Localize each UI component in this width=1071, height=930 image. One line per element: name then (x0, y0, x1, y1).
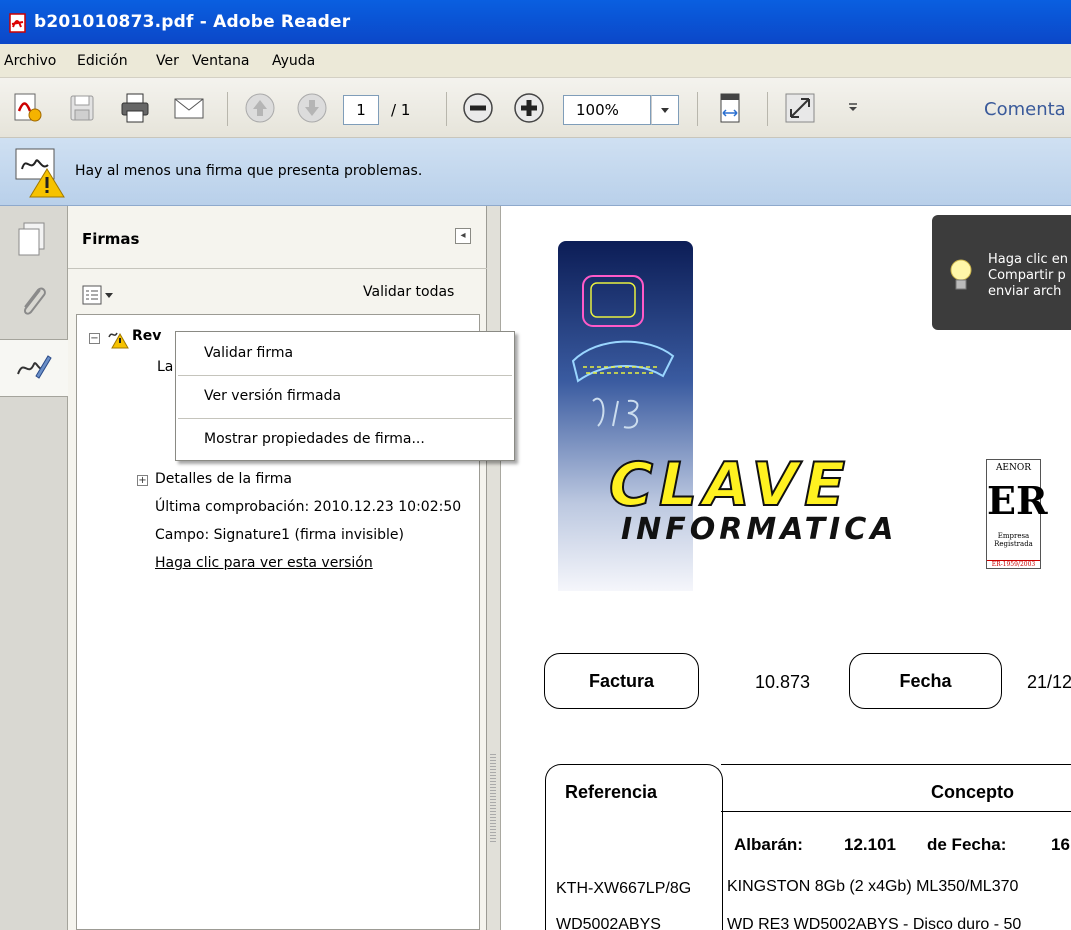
share-tooltip[interactable]: Haga clic en Compartir p enviar arch (932, 215, 1071, 330)
logo-informatica-text: INFORMATICA (621, 512, 898, 547)
document-view[interactable]: CLAVE INFORMATICA AENOR ER Empresa Regist… (501, 206, 1071, 930)
factura-number: 10.873 (755, 672, 811, 692)
tooltip-line: Haga clic en (988, 252, 1068, 267)
toolbar: 1 / 1 100% Comenta (0, 78, 1071, 138)
albaran-value: 12.101 (844, 835, 896, 854)
collapse-panel-button[interactable]: ◂ (455, 228, 471, 244)
aenor-certification-logo: AENOR ER Empresa Registrada ER-1959/2003 (986, 459, 1048, 569)
aenor-sub-line1: Empresa (997, 532, 1030, 540)
last-check-text: Última comprobación: 2010.12.23 10:02:50 (155, 499, 462, 515)
signature-field-text: Campo: Signature1 (firma invisible) (155, 527, 404, 543)
panel-splitter[interactable] (487, 206, 501, 930)
next-page-icon[interactable] (295, 91, 329, 125)
tooltip-line: enviar arch (988, 284, 1062, 299)
full-screen-icon[interactable] (783, 91, 817, 125)
signature-message-text: Hay al menos una firma que presenta prob… (75, 163, 423, 179)
aenor-sub: Empresa Registrada (987, 532, 1040, 548)
validate-all-button[interactable]: Validar todas (363, 284, 454, 300)
options-menu-icon[interactable] (82, 284, 120, 306)
logo-clave-text: CLAVE (608, 449, 852, 521)
signatures-panel: Firmas ◂ Validar todas − Rev La + Detall… (68, 206, 487, 930)
fecha-label: Fecha (849, 653, 1002, 709)
toolbar-separator (227, 92, 228, 126)
table-row-ref: KTH-XW667LP/8G (556, 878, 720, 898)
menu-item-validate-signature[interactable]: Validar firma (204, 345, 293, 361)
fit-page-icon[interactable] (713, 91, 747, 125)
splitter-grip[interactable] (490, 754, 496, 844)
save-icon[interactable] (65, 91, 99, 125)
menu-bar: Archivo Edición Ver Ventana Ayuda (0, 44, 1071, 78)
computer-doodle-icon (571, 275, 675, 429)
chevron-down-icon (661, 108, 669, 113)
signature-warning-icon (15, 148, 65, 198)
menu-edicion[interactable]: Edición (77, 53, 128, 69)
toolbar-separator (446, 92, 447, 126)
toolbar-separator (697, 92, 698, 126)
tooltip-text: Haga clic en Compartir p enviar arch (988, 252, 1068, 300)
signature-message-bar: Hay al menos una firma que presenta prob… (0, 138, 1071, 206)
attachments-icon[interactable] (14, 282, 52, 320)
collapse-toggle[interactable]: − (89, 333, 100, 344)
signature-problem-icon (108, 332, 129, 349)
zoom-out-icon[interactable] (461, 91, 495, 125)
panel-divider (68, 268, 487, 269)
menu-ventana[interactable]: Ventana (192, 53, 250, 69)
albaran-label: Albarán: (734, 835, 803, 854)
fecha-value: 21/12 (1027, 672, 1071, 692)
title-bar: b201010873.pdf - Adobe Reader (0, 0, 1071, 44)
page-total: / 1 (391, 101, 411, 119)
lightbulb-icon (950, 259, 972, 290)
view-version-link[interactable]: Haga clic para ver esta versión (155, 555, 373, 571)
row-ref: KTH-XW667LP/8G (556, 880, 692, 897)
row-concept: KINGSTON 8Gb (2 x4Gb) ML350/ML370 (727, 878, 1019, 895)
aenor-sub-line2: Registrada (994, 540, 1033, 548)
signature-status-line: La (157, 359, 174, 375)
menu-separator (178, 418, 512, 419)
navigation-pane-tabs (0, 206, 68, 930)
menu-ayuda[interactable]: Ayuda (272, 53, 315, 69)
de-fecha-label: de Fecha: (927, 835, 1007, 854)
menu-archivo[interactable]: Archivo (4, 53, 56, 69)
tooltip-line: Compartir p (988, 268, 1066, 283)
window-title: b201010873.pdf - Adobe Reader (34, 12, 351, 32)
row-concept: WD RE3 WD5002ABYS - Disco duro - 50 (727, 916, 1022, 930)
concepto-header-row (721, 764, 1071, 812)
zoom-level-input[interactable]: 100% (563, 95, 651, 125)
aenor-code: ER-1959/2003 (987, 560, 1040, 568)
expand-toggle[interactable]: + (137, 475, 148, 486)
page-number-input[interactable]: 1 (343, 95, 379, 125)
factura-label: Factura (544, 653, 699, 709)
signatures-icon[interactable] (14, 348, 52, 386)
signature-context-menu: Validar firma Ver versión firmada Mostra… (175, 331, 515, 461)
email-icon[interactable] (172, 91, 206, 125)
referencia-header: Referencia (565, 782, 658, 802)
concepto-header: Concepto (931, 782, 1014, 802)
row-ref: WD5002ABYS (556, 916, 661, 930)
toolbar-separator (767, 92, 768, 126)
create-pdf-icon[interactable] (10, 91, 44, 125)
aenor-brand: AENOR (995, 463, 1032, 473)
toolbar-options-icon[interactable] (836, 91, 870, 125)
menu-item-view-signed-version[interactable]: Ver versión firmada (204, 388, 341, 404)
zoom-in-icon[interactable] (512, 91, 546, 125)
menu-ver[interactable]: Ver (156, 53, 179, 69)
previous-page-icon[interactable] (243, 91, 277, 125)
comment-button[interactable]: Comenta (984, 99, 1066, 120)
aenor-mark: ER (987, 478, 1048, 523)
pdf-file-icon (9, 13, 26, 33)
menu-item-signature-properties[interactable]: Mostrar propiedades de firma... (204, 431, 425, 447)
print-icon[interactable] (118, 91, 152, 125)
signature-details[interactable]: Detalles de la firma (155, 471, 292, 487)
signature-name[interactable]: Rev (132, 328, 161, 344)
pages-icon[interactable] (14, 220, 52, 258)
de-fecha-value: 16 (1051, 835, 1070, 854)
zoom-dropdown-button[interactable] (651, 95, 679, 125)
menu-separator (178, 375, 512, 376)
panel-title: Firmas (82, 230, 140, 248)
